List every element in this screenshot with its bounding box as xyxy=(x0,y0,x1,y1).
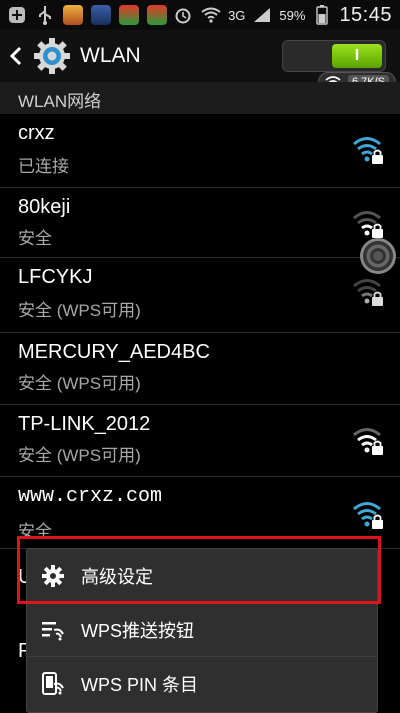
notification-icons xyxy=(0,4,168,26)
menu-item-wps-push[interactable]: WPS推送按钮 xyxy=(27,603,377,657)
network-status: 安全 (WPS可用) xyxy=(18,301,141,320)
network-type: 3G xyxy=(228,7,246,23)
back-button[interactable] xyxy=(8,42,24,70)
app-icon xyxy=(90,4,112,26)
section-title: WLAN网络 xyxy=(18,92,102,111)
settings-icon xyxy=(32,36,72,76)
toggle-thumb: I xyxy=(332,44,382,68)
network-name: 80keji xyxy=(18,196,71,218)
section-header: WLAN网络 xyxy=(0,82,400,114)
network-name: MERCURY_AED4BC xyxy=(18,341,210,363)
network-name: TP-LINK_2012 xyxy=(18,413,151,435)
system-status: 3G 59% 15:45 xyxy=(172,4,400,27)
assistive-touch-button[interactable] xyxy=(360,238,396,274)
wifi-lock-icon xyxy=(353,279,383,306)
wifi-icon xyxy=(200,4,222,26)
highlight-frame xyxy=(17,536,381,604)
wps-push-icon xyxy=(42,622,64,641)
usb-icon xyxy=(34,4,56,26)
network-item-crxz[interactable]: crxz 已连接 xyxy=(0,114,400,188)
menu-item-wps-pin[interactable]: WPS PIN 条目 xyxy=(27,657,377,711)
alarm-icon xyxy=(172,4,194,26)
network-item-tplink[interactable]: TP-LINK_2012 安全 (WPS可用) xyxy=(0,405,400,477)
network-item-80keji[interactable]: 80keji 安全 xyxy=(0,188,400,258)
network-item-lfcykj[interactable]: LFCYKJ 安全 (WPS可用) xyxy=(0,258,400,333)
wps-pin-icon xyxy=(42,672,64,695)
network-name: www.crxz.com xyxy=(18,485,163,508)
wifi-lock-icon xyxy=(353,502,383,529)
network-status: 安全 xyxy=(18,229,52,248)
network-name: LFCYKJ xyxy=(18,266,93,288)
battery-icon xyxy=(311,4,333,26)
network-name: crxz xyxy=(18,122,55,144)
network-status: 安全 (WPS可用) xyxy=(18,374,141,393)
battery-percent: 59% xyxy=(279,7,306,23)
add-icon xyxy=(6,4,28,26)
app-icon xyxy=(118,4,140,26)
menu-item-label: WPS推送按钮 xyxy=(81,620,195,641)
network-item-mercury[interactable]: MERCURY_AED4BC 安全 (WPS可用) xyxy=(0,333,400,405)
wlan-toggle[interactable]: I xyxy=(282,40,386,72)
app-icon xyxy=(62,4,84,26)
network-list: crxz 已连接 80keji 安全 LFCYKJ 安全 (WPS可用) MER… xyxy=(0,114,400,549)
network-status: 已连接 xyxy=(18,157,69,176)
network-status: 安全 (WPS可用) xyxy=(18,446,141,465)
signal-icon xyxy=(251,4,273,26)
wifi-lock-icon xyxy=(353,137,383,164)
clock: 15:45 xyxy=(339,3,392,26)
status-bar: 3G 59% 15:45 xyxy=(0,0,400,30)
app-icon xyxy=(146,4,168,26)
menu-item-label: WPS PIN 条目 xyxy=(81,675,199,695)
page-title: WLAN xyxy=(80,44,141,67)
wifi-lock-icon xyxy=(353,211,383,238)
wifi-lock-icon xyxy=(353,428,383,455)
